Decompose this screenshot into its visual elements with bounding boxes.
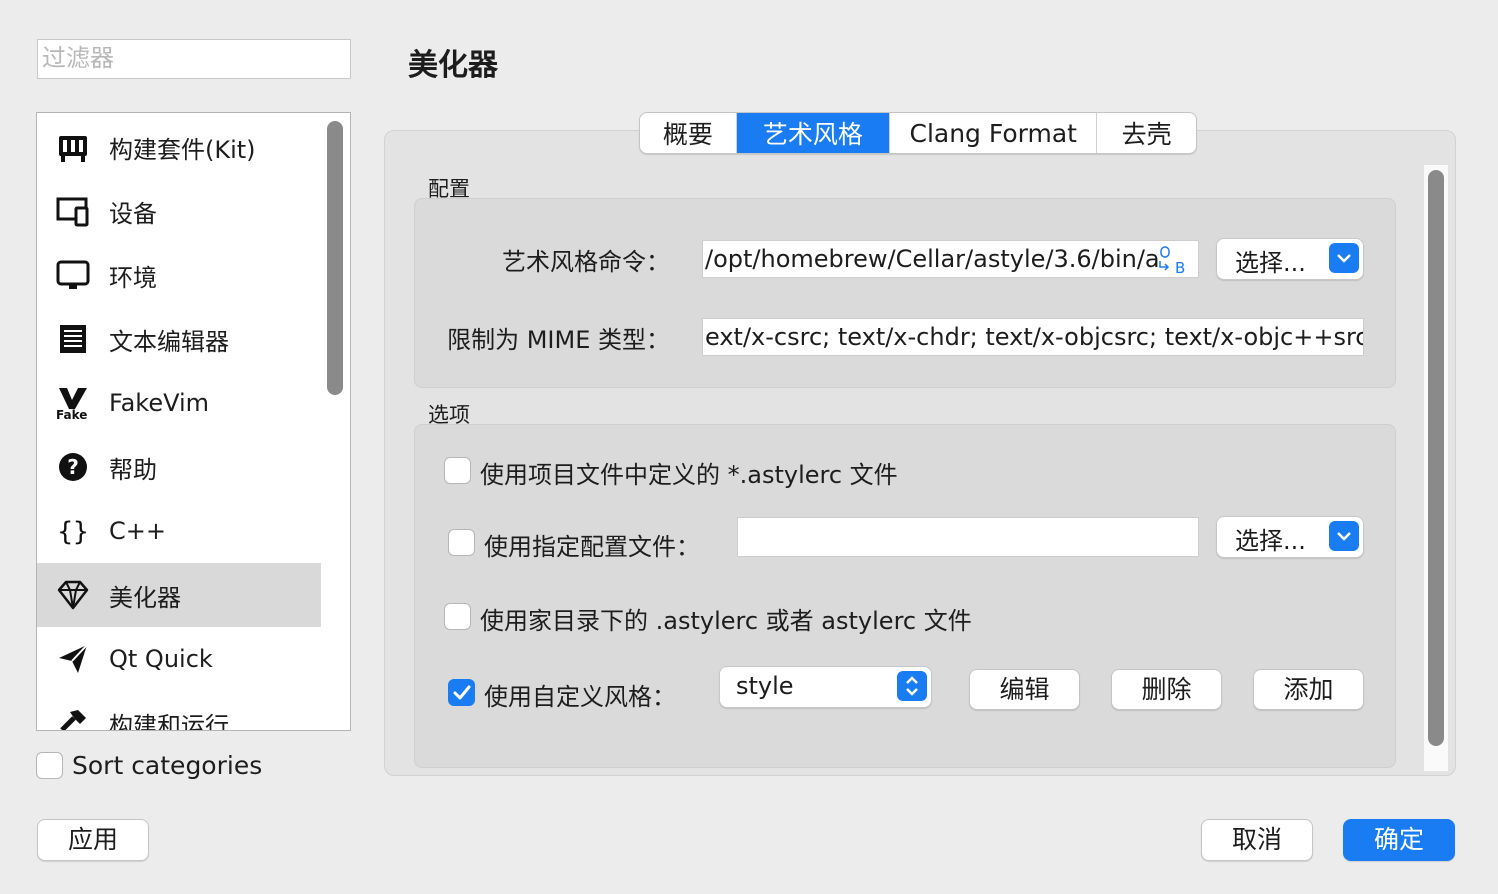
sort-categories-label: Sort categories xyxy=(72,751,263,780)
tab-artistic-style[interactable]: 艺术风格 xyxy=(736,113,891,153)
cancel-button[interactable]: 取消 xyxy=(1201,819,1313,861)
tab-overview[interactable]: 概要 xyxy=(640,113,737,153)
command-label: 艺术风格命令： xyxy=(502,248,670,276)
sidebar-item-help[interactable]: ? 帮助 xyxy=(37,435,321,499)
sort-categories-checkbox[interactable] xyxy=(36,752,63,779)
sidebar-item-environment[interactable]: 环境 xyxy=(37,243,321,307)
panel-scrollbar[interactable] xyxy=(1428,170,1444,746)
command-choose-label: 选择... xyxy=(1235,249,1306,277)
sidebar-item-qt-quick[interactable]: Qt Quick xyxy=(37,627,321,691)
sidebar-item-devices[interactable]: 设备 xyxy=(37,179,321,243)
mime-field[interactable]: ext/x-csrc; text/x-chdr; text/x-objcsrc;… xyxy=(702,318,1364,356)
command-field[interactable]: /opt/homebrew/Cellar/astyle/3.6/bin/a xyxy=(702,240,1199,278)
page-title: 美化器 xyxy=(408,48,498,83)
device-icon xyxy=(55,193,91,229)
sidebar-item-label: FakeVim xyxy=(109,389,210,417)
edit-button[interactable]: 编辑 xyxy=(969,669,1080,710)
svg-text:Fake: Fake xyxy=(56,408,87,421)
category-list[interactable]: 构建套件(Kit) 设备 环境 文本编辑器 Fake FakeVim ? 帮助 … xyxy=(36,112,351,731)
sidebar-item-label: 环境 xyxy=(109,263,157,292)
specific-file-choose-label: 选择... xyxy=(1235,527,1306,555)
use-project-file-checkbox[interactable] xyxy=(444,457,471,484)
apply-button[interactable]: 应用 xyxy=(37,819,149,861)
specific-file-choose-button[interactable]: 选择... xyxy=(1216,516,1364,558)
hammer-icon xyxy=(55,705,91,730)
paper-plane-icon xyxy=(55,641,91,677)
sidebar-item-build-run[interactable]: 构建和运行 xyxy=(37,691,321,731)
sidebar-item-label: 设备 xyxy=(109,199,157,228)
use-specific-file-label: 使用指定配置文件： xyxy=(484,533,700,561)
use-home-file-checkbox[interactable] xyxy=(444,603,471,630)
sidebar-item-label: Qt Quick xyxy=(109,645,213,673)
command-value: /opt/homebrew/Cellar/astyle/3.6/bin/a xyxy=(705,245,1160,273)
updown-chevron-icon xyxy=(897,671,927,701)
sidebar-item-beautifier[interactable]: 美化器 xyxy=(37,563,321,627)
svg-text:{}: {} xyxy=(57,517,88,547)
tab-uncrustify[interactable]: 去壳 xyxy=(1097,113,1196,153)
sidebar-item-text-editor[interactable]: 文本编辑器 xyxy=(37,307,321,371)
use-project-file-label: 使用项目文件中定义的 *.astylerc 文件 xyxy=(480,461,898,489)
delete-button[interactable]: 删除 xyxy=(1111,669,1222,710)
config-group xyxy=(414,198,1396,388)
text-editor-icon xyxy=(55,321,91,357)
help-icon: ? xyxy=(55,449,91,485)
mime-value: ext/x-csrc; text/x-chdr; text/x-objcsrc;… xyxy=(705,323,1364,351)
checkmark-icon xyxy=(453,685,470,699)
kit-icon xyxy=(55,129,91,165)
sidebar-item-label: 文本编辑器 xyxy=(109,327,229,356)
svg-text:?: ? xyxy=(67,455,79,479)
sidebar-item-label: 帮助 xyxy=(109,455,157,484)
braces-icon: {} xyxy=(55,513,91,549)
chevron-down-icon xyxy=(1329,521,1359,551)
sidebar-item-cpp[interactable]: {} C++ xyxy=(37,499,321,563)
sidebar-scrollbar[interactable] xyxy=(327,121,343,395)
sidebar-item-label: 构建套件(Kit) xyxy=(109,135,256,164)
ok-button[interactable]: 确定 xyxy=(1343,819,1455,861)
use-custom-style-label: 使用自定义风格： xyxy=(484,683,676,711)
chevron-down-icon xyxy=(1329,243,1359,273)
sidebar-item-label: C++ xyxy=(109,517,166,545)
svg-text:B: B xyxy=(1175,259,1185,275)
custom-style-value: style xyxy=(736,672,794,700)
sidebar-item-label: 构建和运行 xyxy=(109,711,229,731)
sidebar-item-fakevim[interactable]: Fake FakeVim xyxy=(37,371,321,435)
tab-clang-format[interactable]: Clang Format xyxy=(890,113,1098,153)
path-chooser-icon[interactable]: B xyxy=(1157,245,1191,277)
specific-file-field[interactable] xyxy=(737,517,1199,557)
use-custom-style-checkbox[interactable] xyxy=(448,679,475,706)
command-choose-button[interactable]: 选择... xyxy=(1216,238,1364,280)
mime-label: 限制为 MIME 类型： xyxy=(447,326,670,354)
tab-bar: 概要 艺术风格 Clang Format 去壳 xyxy=(639,112,1197,154)
filter-input[interactable] xyxy=(37,39,351,79)
diamond-icon xyxy=(55,577,91,613)
sidebar-item-label: 美化器 xyxy=(109,583,181,612)
custom-style-select[interactable]: style xyxy=(719,666,932,708)
environment-icon xyxy=(55,257,91,293)
add-button[interactable]: 添加 xyxy=(1253,669,1364,710)
use-home-file-label: 使用家目录下的 .astylerc 或者 astylerc 文件 xyxy=(480,607,972,635)
fakevim-icon: Fake xyxy=(55,385,91,421)
sidebar-item-kits[interactable]: 构建套件(Kit) xyxy=(37,115,321,179)
use-specific-file-checkbox[interactable] xyxy=(448,529,475,556)
